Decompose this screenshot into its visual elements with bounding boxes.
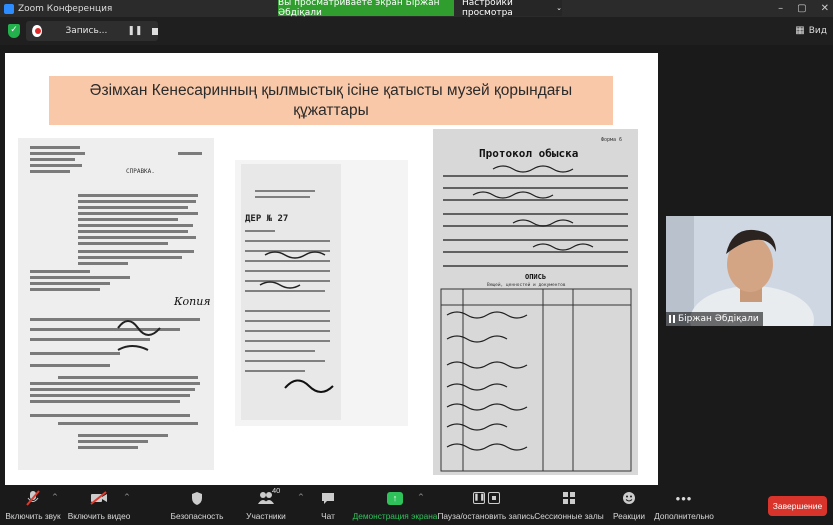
close-icon[interactable]: ✕ <box>821 3 829 14</box>
smiley-icon <box>622 488 636 508</box>
chat-button[interactable]: Чат <box>318 488 338 524</box>
chevron-down-icon: ⌄ <box>556 4 562 12</box>
slide-title-line2: құжаттары <box>293 102 369 119</box>
more-button[interactable]: ••• Дополнительно <box>654 488 714 524</box>
archive-document-search-protocol: Форма 6 Протокол обыска ОПИСЬ Вещей, цен… <box>433 129 638 475</box>
chat-bubble-icon <box>321 488 335 508</box>
video-options-chevron-icon[interactable]: ^ <box>124 493 130 501</box>
minimize-icon[interactable]: – <box>778 3 783 14</box>
reactions-button[interactable]: Реакции <box>612 488 646 524</box>
participant-video <box>666 216 831 326</box>
view-options-label: Настройки просмотра <box>462 0 513 18</box>
reactions-label: Реакции <box>612 511 646 521</box>
more-label: Дополнительно <box>654 511 714 521</box>
view-button-label: Вид <box>808 25 827 36</box>
more-dots-icon: ••• <box>675 490 693 506</box>
share-banner: Вы просматриваете экран Біржан Әбдіқали <box>278 0 454 18</box>
audio-options-chevron-icon[interactable]: ^ <box>52 493 58 501</box>
pause-recording-icon[interactable]: ❚❚ <box>127 26 142 36</box>
slide-title-line1: Әзімхан Кенесаринның қылмыстық ісіне қат… <box>89 82 573 99</box>
security-button[interactable]: Безопасность <box>170 488 224 524</box>
doc1-stamp: Копия <box>174 295 211 308</box>
security-label: Безопасность <box>170 511 224 521</box>
window-title: Zoom Конференция <box>18 3 113 14</box>
grid-view-icon: ▦ <box>795 25 805 36</box>
start-video-button[interactable]: Включить видео <box>67 488 131 524</box>
unmute-label: Включить звук <box>5 511 61 521</box>
participants-chevron-icon[interactable]: ^ <box>298 493 304 501</box>
record-icon <box>32 25 42 37</box>
zoom-window: Zoom Конференция – ▢ ✕ Вы просматриваете… <box>0 0 833 525</box>
microphone-muted-icon <box>26 488 40 508</box>
stop-icon <box>487 492 500 504</box>
archive-document-order: ДЕР № 27 <box>235 160 408 426</box>
start-video-label: Включить видео <box>67 511 131 521</box>
shared-screen-slide: Әзімхан Кенесаринның қылмыстық ісіне қат… <box>5 53 658 485</box>
share-screen-label: Демонстрация экрана <box>352 511 438 521</box>
pause-stop-recording-button[interactable]: ❚❚ Пауза/остановить запись <box>437 488 535 524</box>
zoom-logo-icon <box>4 3 14 14</box>
view-button[interactable]: ▦ Вид <box>795 25 827 36</box>
breakout-rooms-icon <box>562 488 576 508</box>
pause-icon: ❚❚ <box>472 492 485 504</box>
participant-name: Біржан Әбдіқали <box>678 314 759 324</box>
breakout-rooms-label: Сессионные залы <box>534 511 604 521</box>
doc3-header: Протокол обыска <box>479 147 579 160</box>
slide-title: Әзімхан Кенесаринның қылмыстық ісіне қат… <box>49 76 613 125</box>
doc1-header: СПРАВКА. <box>126 168 155 175</box>
meeting-top-bar: ✓ Запись... ❚❚ ▦ Вид <box>0 17 833 45</box>
participants-button[interactable]: 40 Участники <box>246 486 286 524</box>
audio-level-icon <box>669 315 675 323</box>
meeting-toolbar: Включить звук ^ Включить видео ^ Безопас… <box>0 486 833 525</box>
end-meeting-button[interactable]: Завершение <box>768 496 827 516</box>
breakout-rooms-button[interactable]: Сессионные залы <box>534 488 604 524</box>
archive-document-reference: СПРАВКА. Копия <box>18 138 214 470</box>
window-controls: – ▢ ✕ <box>778 0 829 17</box>
doc3-corner: Форма 6 <box>601 137 623 143</box>
pause-stop-recording-label: Пауза/остановить запись <box>437 511 535 521</box>
maximize-icon[interactable]: ▢ <box>797 3 806 14</box>
doc3-subheader: ОПИСЬ <box>525 273 547 281</box>
participant-name-label: Біржан Әбдіқали <box>666 312 763 326</box>
participants-icon: 40 <box>257 486 280 508</box>
chat-label: Чат <box>321 511 335 521</box>
security-shield-icon[interactable]: ✓ <box>8 24 20 38</box>
recording-label: Запись... <box>65 26 108 36</box>
shield-icon <box>191 488 203 508</box>
doc3-subheader2: Вещей, ценностей и документов <box>487 283 566 288</box>
camera-off-icon <box>90 488 108 508</box>
stop-recording-icon[interactable] <box>152 27 158 35</box>
share-banner-text: Вы просматриваете экран Біржан Әбдіқали <box>278 0 440 18</box>
participants-count: 40 <box>272 486 281 495</box>
share-screen-icon: ↑ <box>387 491 403 505</box>
document-scan-image <box>241 164 341 420</box>
share-options-chevron-icon[interactable]: ^ <box>418 493 424 501</box>
participants-label: Участники <box>246 511 286 521</box>
participant-video-tile[interactable]: Біржан Әбдіқали <box>666 216 831 326</box>
document-scan-image <box>433 129 638 475</box>
share-screen-icon-wrap: ↑ <box>387 488 403 508</box>
doc2-header: ДЕР № 27 <box>245 214 289 224</box>
recording-indicator: Запись... ❚❚ <box>26 21 158 41</box>
view-options-button[interactable]: Настройки просмотра ⌄ <box>462 0 562 18</box>
pause-stop-icons: ❚❚ <box>472 488 500 508</box>
